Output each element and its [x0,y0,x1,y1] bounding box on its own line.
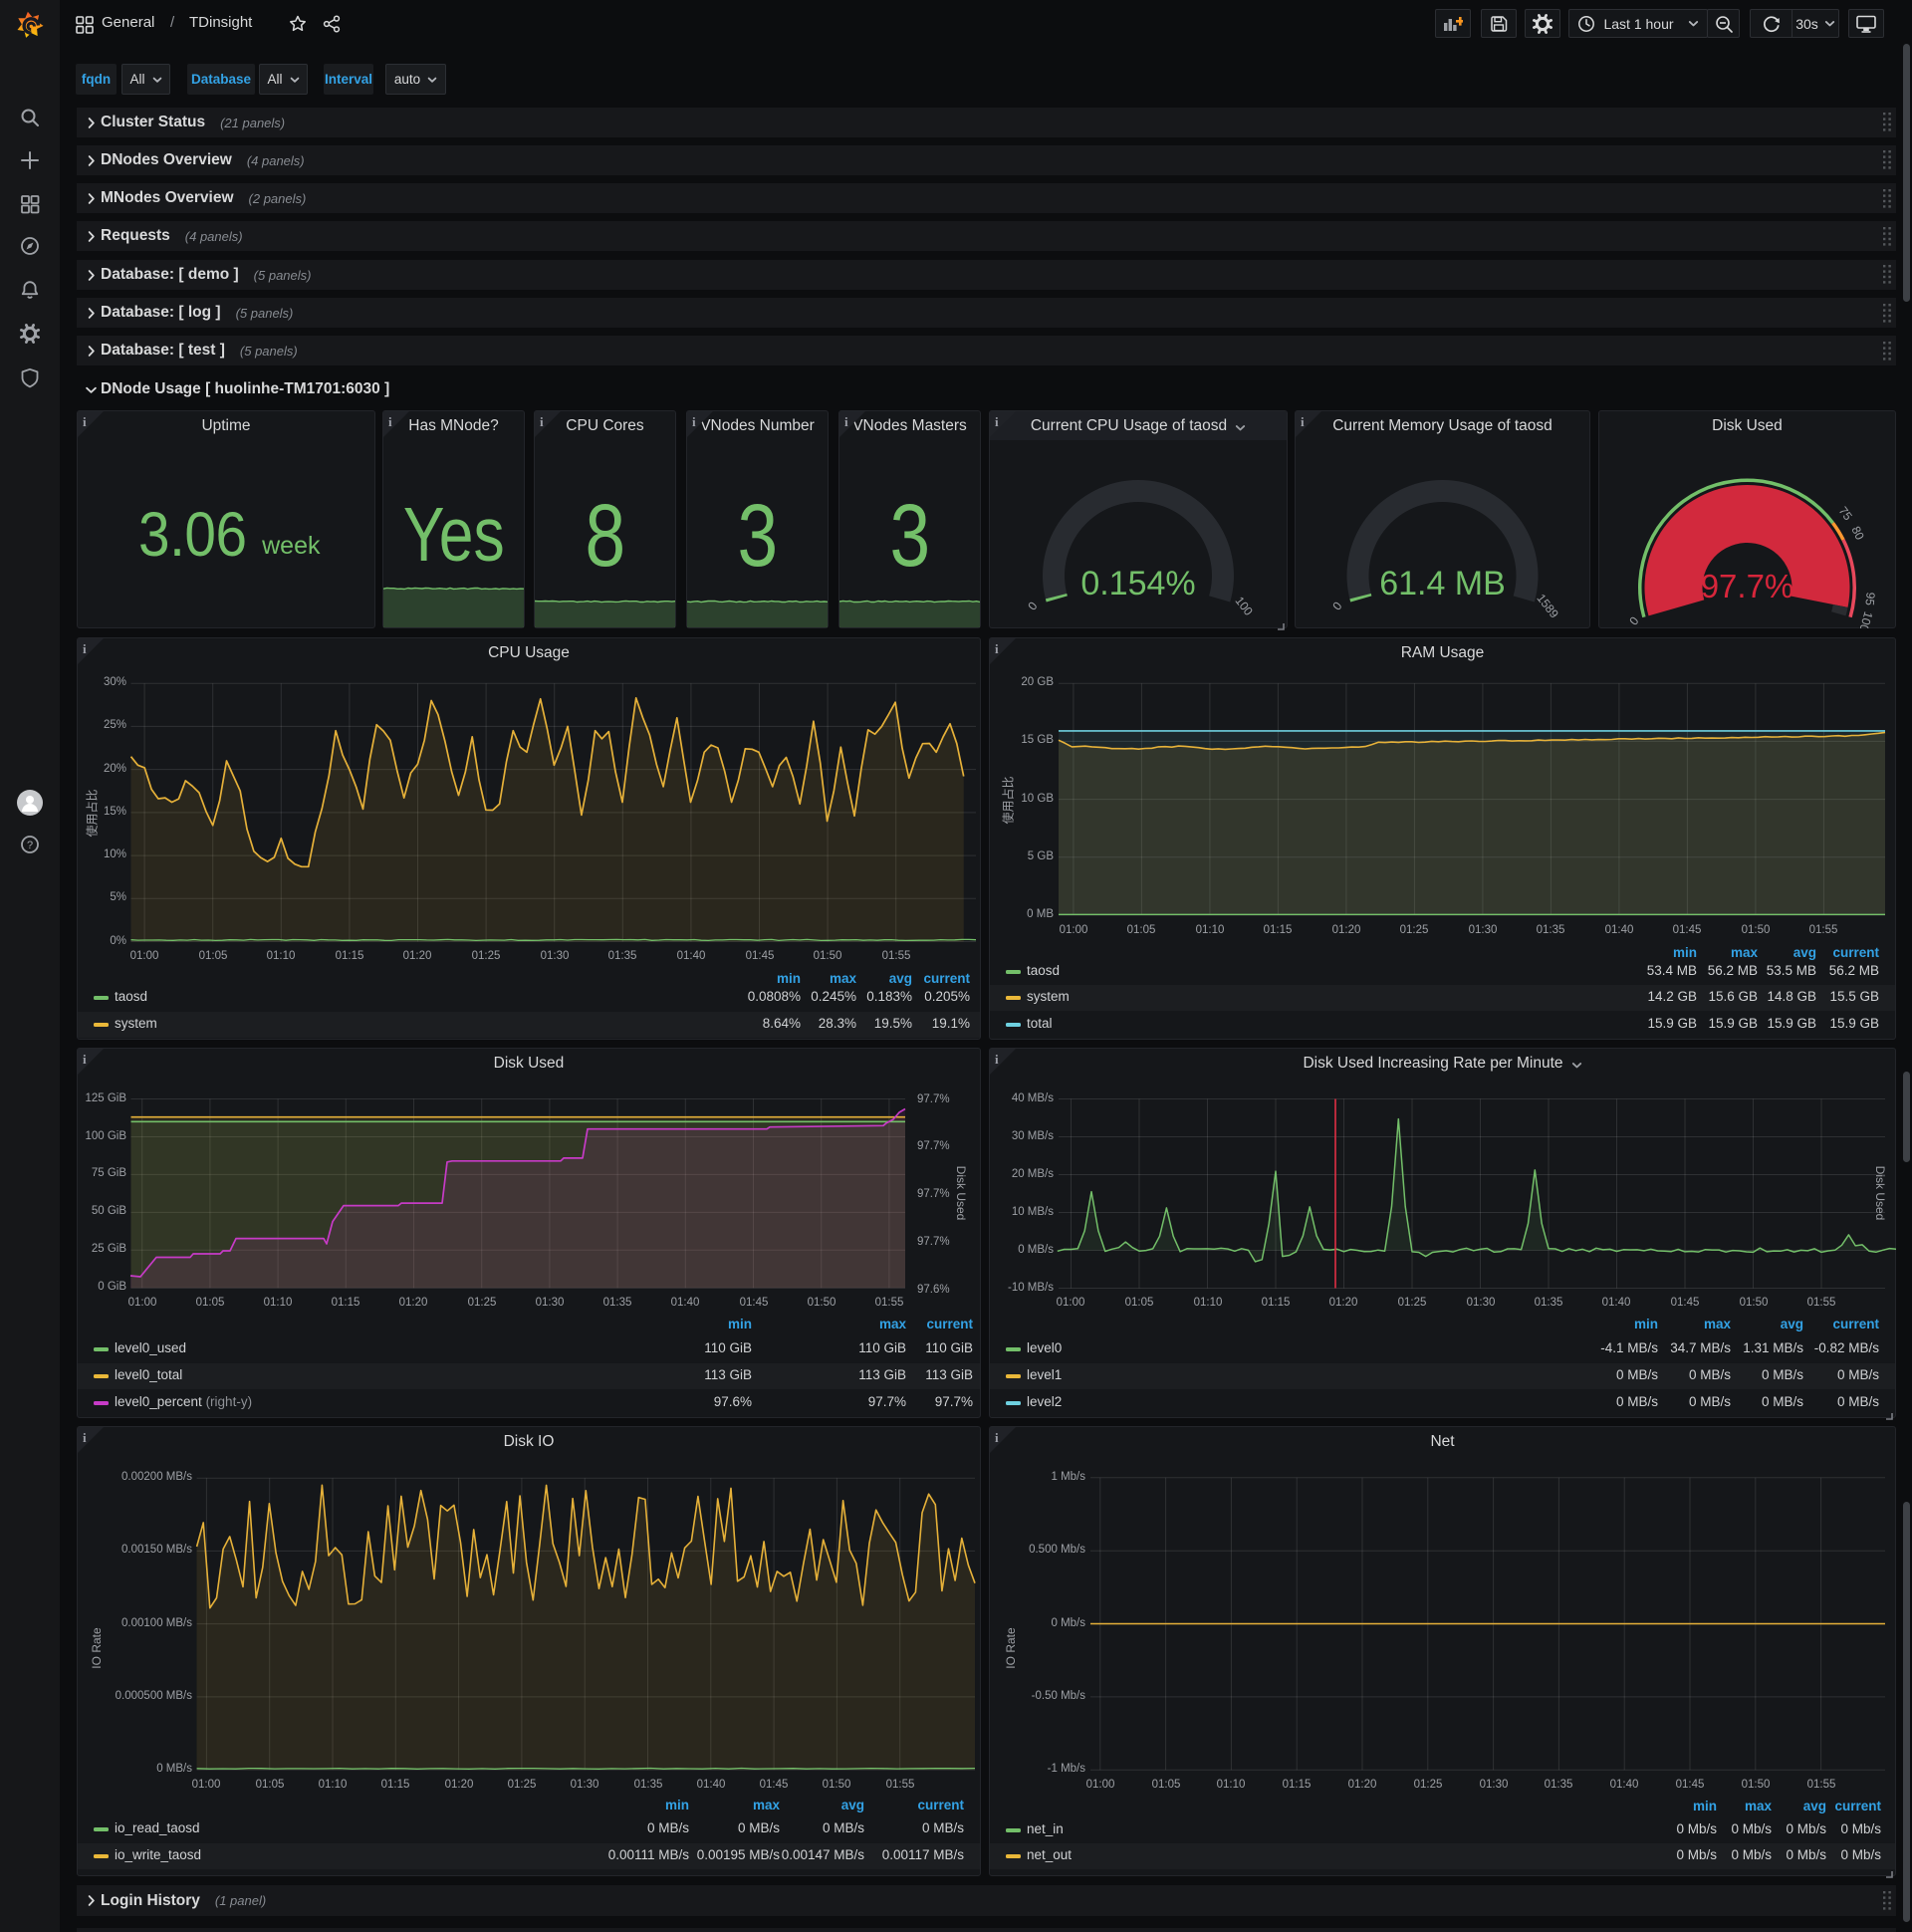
svg-text:?: ? [27,840,33,851]
svg-text:80: 80 [1848,524,1867,542]
svg-text:75: 75 [1836,504,1855,523]
svg-text:0: 0 [1626,613,1641,627]
svg-text:100: 100 [1856,610,1875,628]
